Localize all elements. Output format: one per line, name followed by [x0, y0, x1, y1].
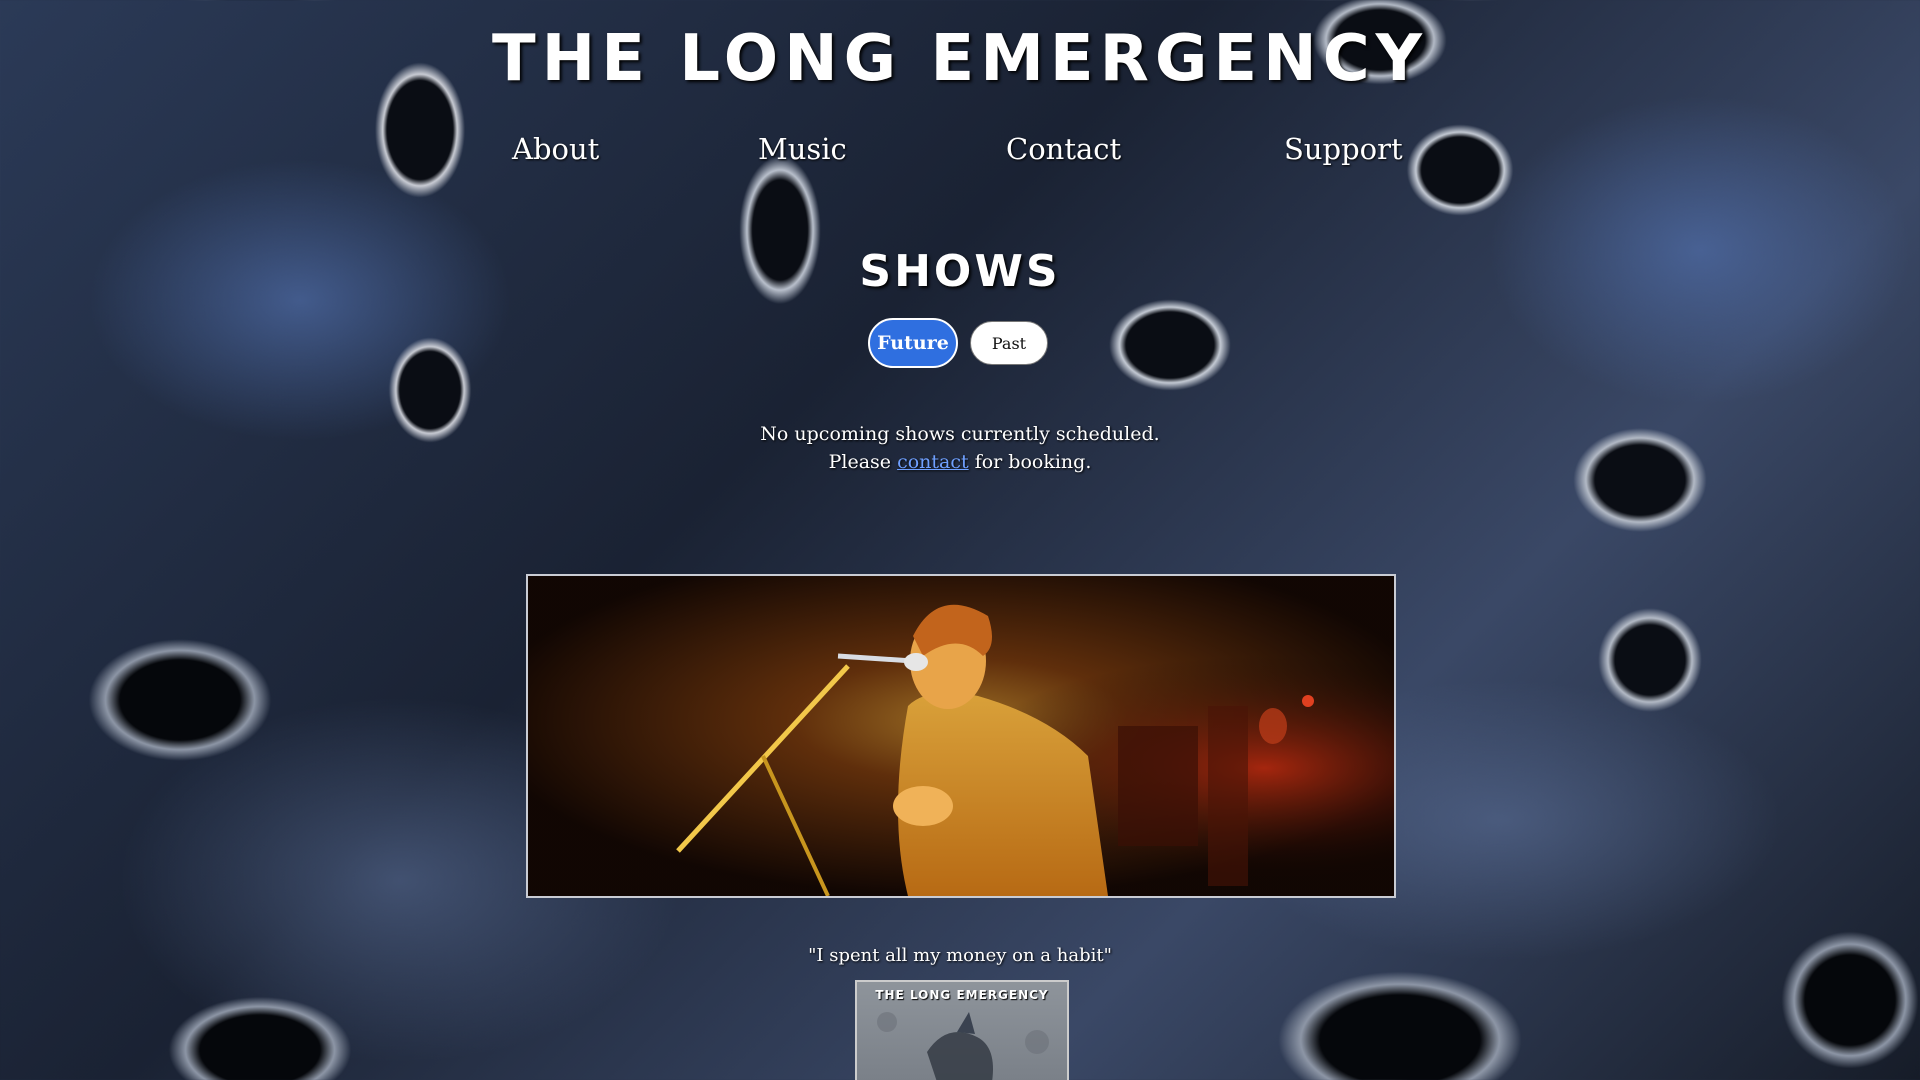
- shows-heading: SHOWS: [859, 246, 1061, 297]
- main-nav: About Music Contact Support: [0, 132, 1920, 172]
- live-performance-photo: [526, 574, 1396, 898]
- notice-line-1: No upcoming shows currently scheduled.: [760, 423, 1160, 445]
- notice-prefix: Please: [828, 451, 898, 473]
- nav-link-support[interactable]: Support: [1284, 132, 1403, 166]
- performer-image: [528, 576, 1394, 896]
- contact-link[interactable]: contact: [897, 451, 969, 473]
- nav-link-contact[interactable]: Contact: [1006, 132, 1121, 166]
- album-cover[interactable]: THE LONG EMERGENCY: [855, 980, 1069, 1080]
- nav-link-about[interactable]: About: [512, 132, 599, 166]
- nav-link-music[interactable]: Music: [758, 132, 847, 166]
- notice-line-2: Please contact for booking.: [0, 448, 1920, 476]
- future-shows-button[interactable]: Future: [868, 318, 958, 368]
- past-shows-button[interactable]: Past: [970, 321, 1048, 365]
- no-shows-notice: No upcoming shows currently scheduled. P…: [0, 420, 1920, 476]
- notice-suffix: for booking.: [968, 451, 1092, 473]
- song-quote: "I spent all my money on a habit": [808, 945, 1112, 966]
- site-title: THE LONG EMERGENCY: [491, 22, 1429, 96]
- album-art-image: [877, 1012, 1049, 1080]
